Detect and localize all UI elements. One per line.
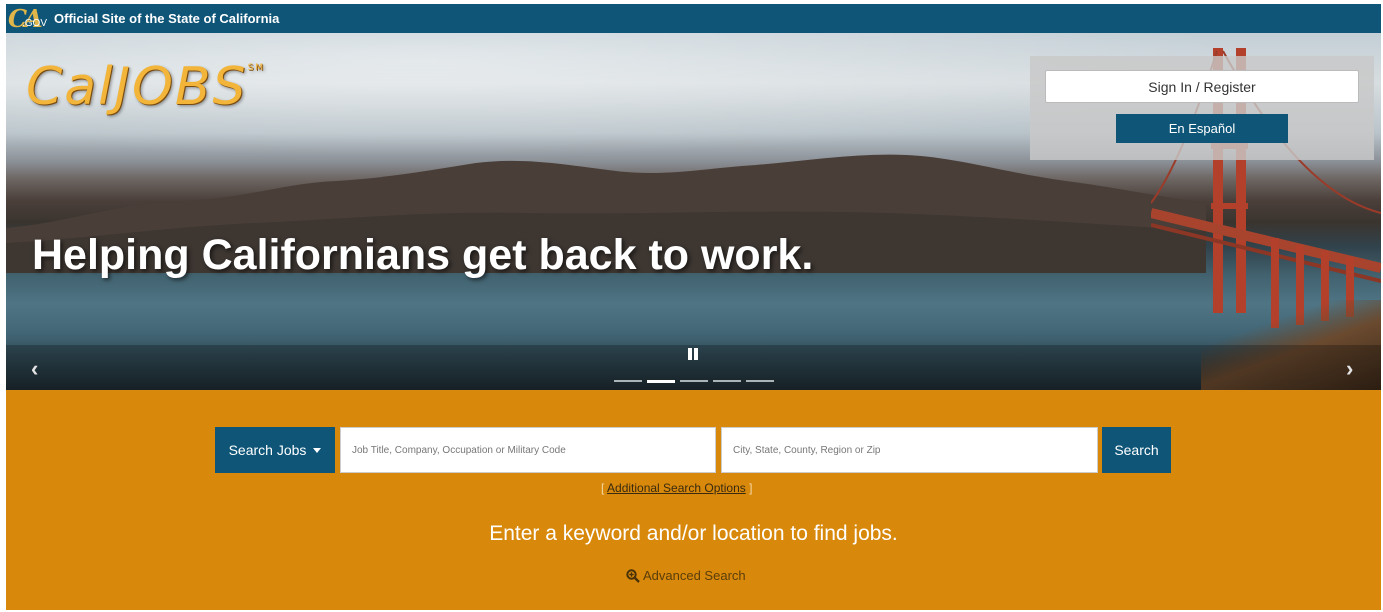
carousel-indicator[interactable] (713, 380, 741, 382)
job-search-section: Search Jobs Job Title, Company, Occupati… (6, 390, 1381, 610)
carousel-indicators (614, 380, 774, 383)
magnify-plus-icon (626, 568, 640, 583)
caljobs-logo-text: CalJOBS (26, 57, 248, 117)
keyword-placeholder: Job Title, Company, Occupation or Milita… (352, 444, 566, 456)
caljobs-logo[interactable]: CalJOBSSM (26, 57, 265, 117)
search-tagline: Enter a keyword and/or location to find … (489, 522, 898, 545)
ca-logo-suffix: .GOV (22, 17, 48, 29)
location-placeholder: City, State, County, Region or Zip (733, 444, 881, 456)
caret-down-icon (313, 447, 322, 453)
state-header-bar: CA .GOV Official Site of the State of Ca… (6, 4, 1381, 33)
carousel-indicator[interactable] (614, 380, 642, 382)
carousel-indicator[interactable] (746, 380, 774, 382)
location-input[interactable]: City, State, County, Region or Zip (721, 427, 1098, 473)
advanced-search-label: Advanced Search (643, 568, 746, 583)
search-button[interactable]: Search (1102, 427, 1171, 473)
official-site-text: Official Site of the State of California (54, 11, 280, 26)
search-type-dropdown[interactable]: Search Jobs (215, 427, 335, 473)
hero-headline: Helping Californians get back to work. (32, 231, 814, 279)
chevron-left-icon[interactable]: ‹ (31, 356, 38, 382)
chevron-right-icon[interactable]: › (1346, 356, 1353, 382)
hero-carousel: CalJOBSSM Sign In / Register En Español … (6, 33, 1381, 390)
additional-search-options: [ Additional Search Options ] (601, 481, 753, 495)
search-type-label: Search Jobs (228, 442, 307, 458)
carousel-indicator[interactable] (680, 380, 708, 382)
en-espanol-button[interactable]: En Español (1116, 114, 1288, 143)
pause-icon[interactable] (687, 348, 699, 362)
page: CA .GOV Official Site of the State of Ca… (6, 4, 1381, 610)
keyword-input[interactable]: Job Title, Company, Occupation or Milita… (340, 427, 716, 473)
service-mark: SM (247, 63, 266, 73)
sign-in-register-button[interactable]: Sign In / Register (1045, 70, 1359, 103)
additional-search-options-link[interactable]: Additional Search Options (607, 481, 746, 495)
login-panel: Sign In / Register En Español (1030, 56, 1374, 160)
ca-gov-logo[interactable]: CA .GOV (8, 4, 48, 33)
carousel-indicator[interactable] (647, 380, 675, 383)
advanced-search-link[interactable]: Advanced Search (626, 568, 746, 583)
